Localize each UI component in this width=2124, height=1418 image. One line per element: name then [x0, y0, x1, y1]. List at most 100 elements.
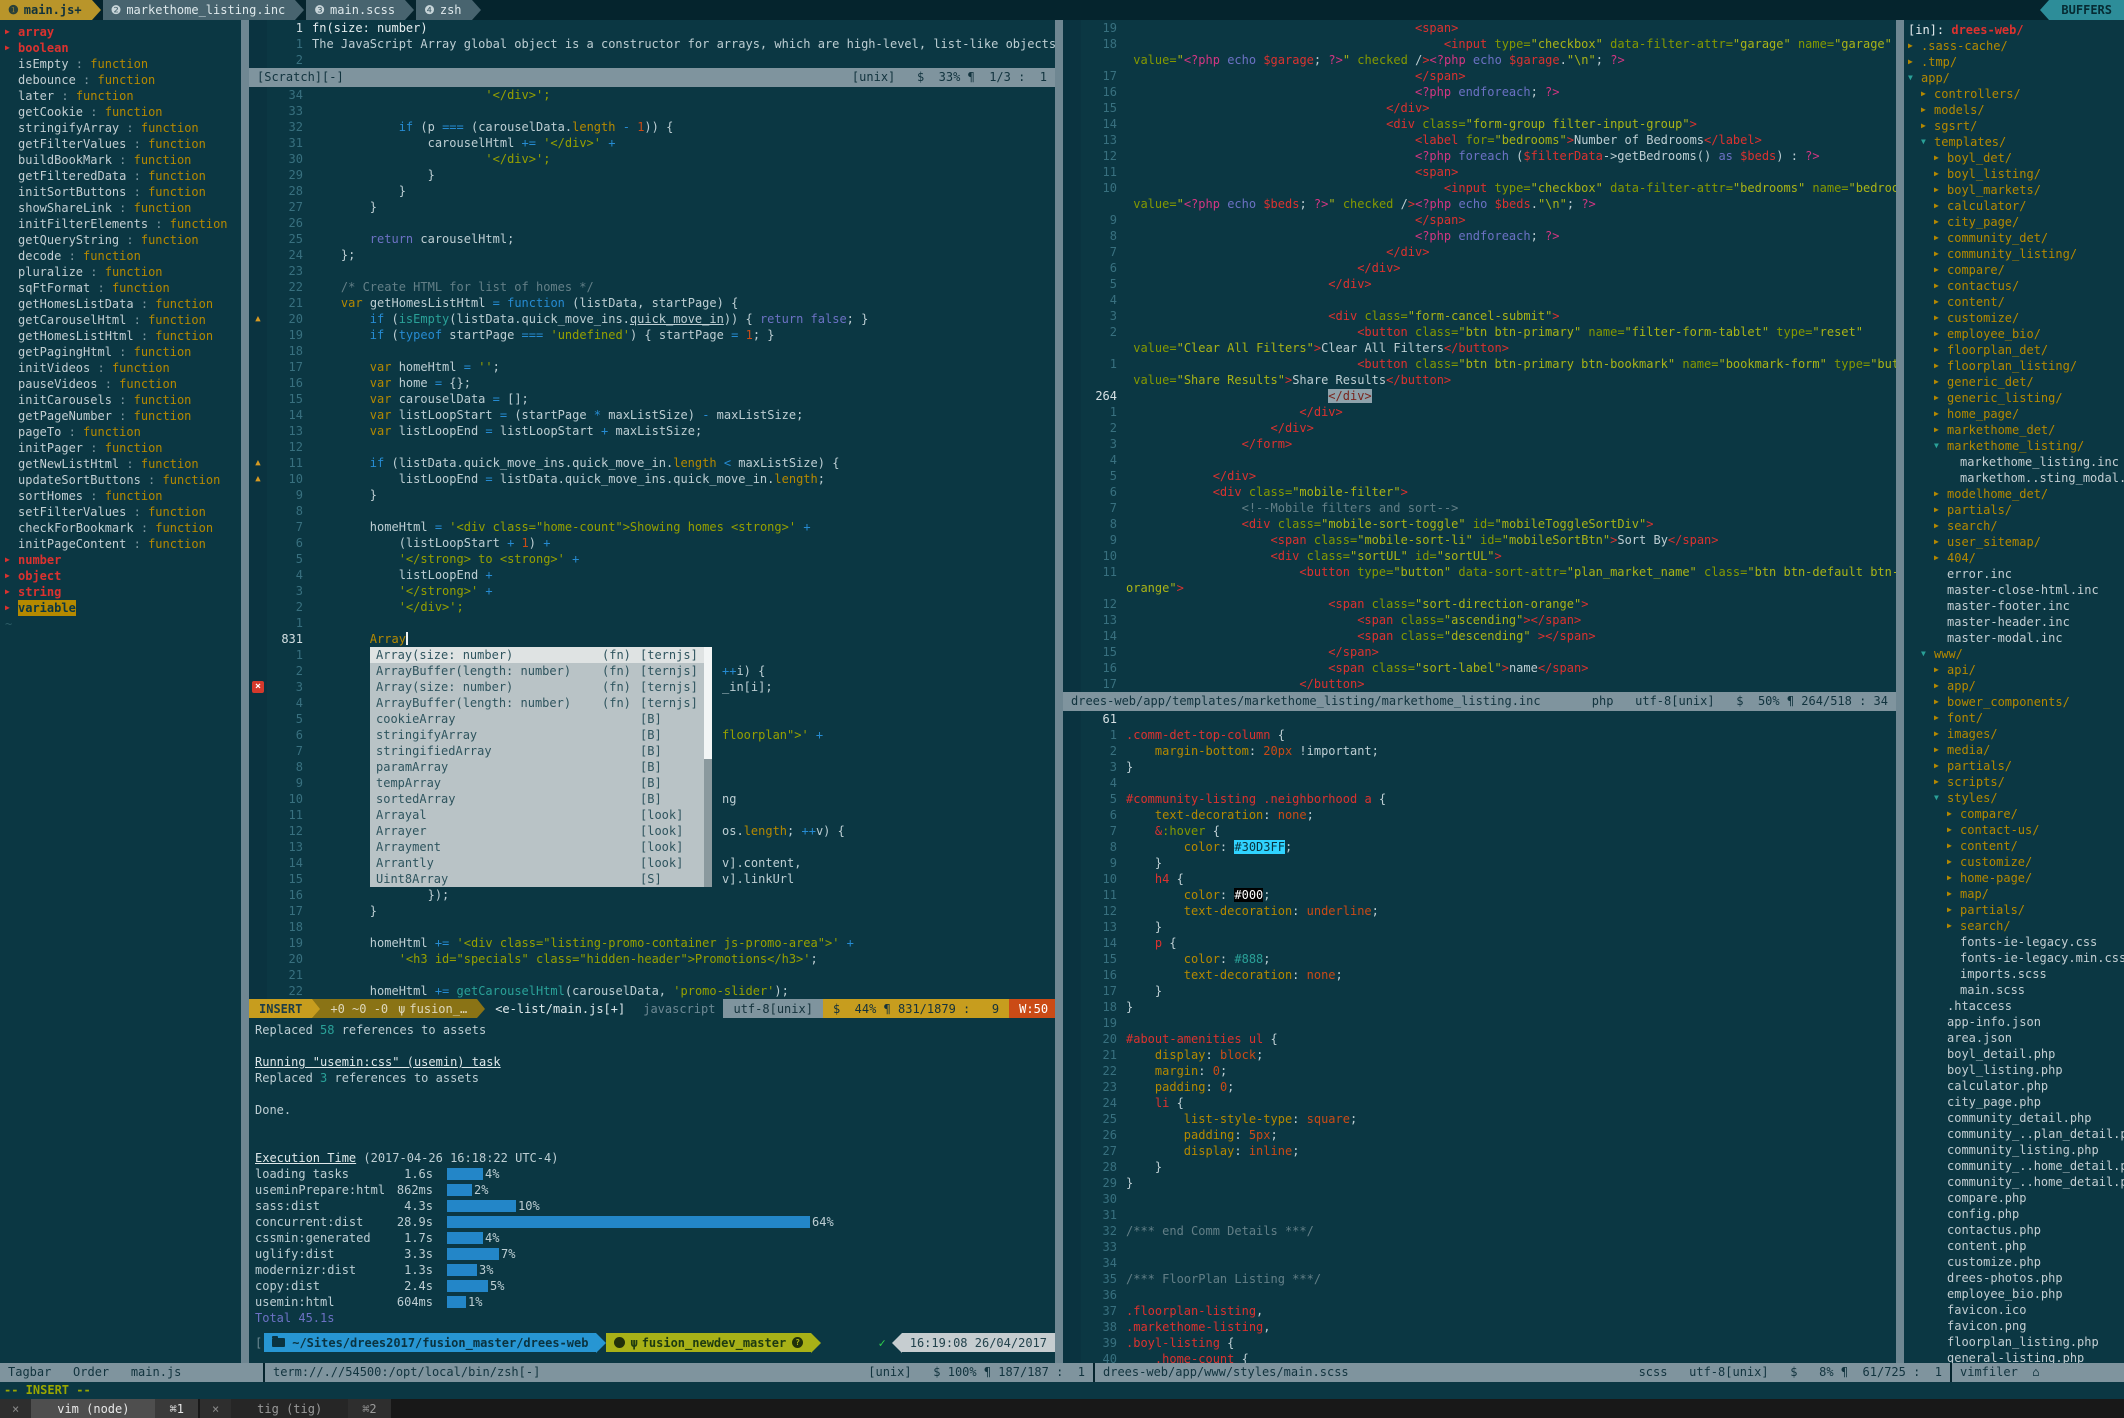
- code-line[interactable]: 22 /* Create HTML for list of homes */: [249, 279, 1055, 295]
- tagbar-item-getCookie[interactable]: getCookie : function: [0, 104, 241, 120]
- dir-item-customize/[interactable]: ▶ customize/: [1904, 310, 2124, 326]
- dir-item-contact-us/[interactable]: ▶ contact-us/: [1904, 822, 2124, 838]
- code-line[interactable]: 5 </div>: [1063, 276, 1896, 292]
- file-item-fonts-ie-legacy.min.css[interactable]: fonts-ie-legacy.min.css: [1904, 950, 2124, 966]
- chevron-collapsed-icon[interactable]: ▶: [1947, 918, 1960, 934]
- file-item-drees-photos.php[interactable]: drees-photos.php: [1904, 1270, 2124, 1286]
- code-line[interactable]: 12 <span class="sort-direction-orange">: [1063, 596, 1896, 612]
- window-separator[interactable]: [1055, 20, 1063, 1363]
- chevron-expanded-icon[interactable]: ▼: [1921, 646, 1934, 662]
- code-line[interactable]: 2: [249, 52, 1055, 68]
- tagbar-item-getCarouselHtml[interactable]: getCarouselHtml : function: [0, 312, 241, 328]
- file-item-calculator.php[interactable]: calculator.php: [1904, 1078, 2124, 1094]
- code-line[interactable]: 25 return carouselHtml;: [249, 231, 1055, 247]
- code-line[interactable]: 3 <div class="form-cancel-submit">: [1063, 308, 1896, 324]
- tab-main.js+[interactable]: ❶ main.js+: [0, 0, 92, 20]
- chevron-collapsed-icon[interactable]: ▶: [1934, 390, 1947, 406]
- popup-scrollbar[interactable]: [704, 711, 712, 727]
- tagbar-item-array[interactable]: ▶ array: [0, 24, 241, 40]
- file-item-community_..home_detail.php[interactable]: community_..home_detail.php: [1904, 1174, 2124, 1190]
- autocomplete-item[interactable]: ArrayBuffer(length: number) (fn) [ternjs]: [370, 695, 704, 711]
- code-line[interactable]: 12 text-decoration: underline;: [1063, 903, 1896, 919]
- popup-scrollbar[interactable]: [704, 695, 712, 711]
- code-line[interactable]: 15 Uint8Array [S] v].linkUrl: [249, 871, 1055, 887]
- code-line[interactable]: 9 }: [1063, 855, 1896, 871]
- code-line[interactable]: 1 Array(size: number) (fn) [ternjs]: [249, 647, 1055, 663]
- tagbar-item-getFilterValues[interactable]: getFilterValues : function: [0, 136, 241, 152]
- code-line[interactable]: 3 '</strong>' +: [249, 583, 1055, 599]
- file-item-imports.scss[interactable]: imports.scss: [1904, 966, 2124, 982]
- code-line[interactable]: 61: [1063, 711, 1896, 727]
- code-line[interactable]: 10 sortedArray [B] ng: [249, 791, 1055, 807]
- code-line[interactable]: 8 <div class="mobile-sort-toggle" id="mo…: [1063, 516, 1896, 532]
- file-item-customize.php[interactable]: customize.php: [1904, 1254, 2124, 1270]
- code-line[interactable]: 1 <button class="btn btn-primary btn-boo…: [1063, 356, 1896, 372]
- file-item-favicon.png[interactable]: favicon.png: [1904, 1318, 2124, 1334]
- dir-item-content/[interactable]: ▶ content/: [1904, 838, 2124, 854]
- code-line[interactable]: 33: [1063, 1239, 1896, 1255]
- dir-item-modelhome_det/[interactable]: ▶ modelhome_det/: [1904, 486, 2124, 502]
- tagbar-item-isEmpty[interactable]: isEmpty : function: [0, 56, 241, 72]
- file-item-contactus.php[interactable]: contactus.php: [1904, 1222, 2124, 1238]
- code-line[interactable]: 28 }: [249, 183, 1055, 199]
- dir-item-bower_components/[interactable]: ▶ bower_components/: [1904, 694, 2124, 710]
- code-line[interactable]: 1 The JavaScript Array global object is a…: [249, 36, 1055, 52]
- tagbar-item-initPager[interactable]: initPager : function: [0, 440, 241, 456]
- code-line[interactable]: 18}: [1063, 999, 1896, 1015]
- code-line[interactable]: 17 var homeHtml = '';: [249, 359, 1055, 375]
- tagbar-item-initSortButtons[interactable]: initSortButtons : function: [0, 184, 241, 200]
- tagbar-item-number[interactable]: ▶ number: [0, 552, 241, 568]
- popup-scrollbar[interactable]: [704, 759, 712, 775]
- code-line[interactable]: 8 paramArray [B]: [249, 759, 1055, 775]
- autocomplete-item[interactable]: tempArray [B]: [370, 775, 704, 791]
- code-line[interactable]: 17 </span>: [1063, 68, 1896, 84]
- autocomplete-item[interactable]: Uint8Array [S]: [370, 871, 704, 887]
- chevron-collapsed-icon[interactable]: ▶: [1934, 662, 1947, 678]
- dir-item-contactus/[interactable]: ▶ contactus/: [1904, 278, 2124, 294]
- tagbar-item-sqFtFormat[interactable]: sqFtFormat : function: [0, 280, 241, 296]
- code-line[interactable]: 19 if (typeof startPage === 'undefined')…: [249, 327, 1055, 343]
- code-line[interactable]: 25 list-style-type: square;: [1063, 1111, 1896, 1127]
- code-line[interactable]: 16 <?php endforeach; ?>: [1063, 84, 1896, 100]
- file-item-.htaccess[interactable]: .htaccess: [1904, 998, 2124, 1014]
- file-item-community_..home_detail.php[interactable]: community_..home_detail.php: [1904, 1158, 2124, 1174]
- file-item-general-listing.php[interactable]: general-listing.php: [1904, 1350, 2124, 1363]
- file-item-fonts-ie-legacy.css[interactable]: fonts-ie-legacy.css: [1904, 934, 2124, 950]
- code-line[interactable]: 10 <input type="checkbox" data-filter-at…: [1063, 180, 1896, 196]
- tagbar-item-initCarousels[interactable]: initCarousels : function: [0, 392, 241, 408]
- tagbar-item-getQueryString[interactable]: getQueryString : function: [0, 232, 241, 248]
- code-line[interactable]: 16 });: [249, 887, 1055, 903]
- code-line[interactable]: 2 ArrayBuffer(length: number) (fn) [ternjs]…: [249, 663, 1055, 679]
- chevron-collapsed-icon[interactable]: ▶: [1934, 486, 1947, 502]
- dir-item-partials/[interactable]: ▶ partials/: [1904, 758, 2124, 774]
- code-line[interactable]: value="<?php echo $garage; ?>" checked /…: [1063, 52, 1896, 68]
- file-item-master-header.inc[interactable]: master-header.inc: [1904, 614, 2124, 630]
- code-line[interactable]: 6 (listLoopStart + 1) +: [249, 535, 1055, 551]
- file-item-markethome_listing.inc[interactable]: markethome_listing.inc: [1904, 454, 2124, 470]
- file-item-markethom..sting_modal.inc[interactable]: markethom..sting_modal.inc: [1904, 470, 2124, 486]
- code-line[interactable]: 5 #community-listing .neighborhood a {: [1063, 791, 1896, 807]
- code-line[interactable]: 30 '</div>';: [249, 151, 1055, 167]
- code-line[interactable]: 23: [249, 263, 1055, 279]
- code-line[interactable]: 5 </div>: [1063, 468, 1896, 484]
- tagbar-item-pauseVideos[interactable]: pauseVideos : function: [0, 376, 241, 392]
- code-line[interactable]: 13 <span class="ascending"></span>: [1063, 612, 1896, 628]
- file-item-community_listing.php[interactable]: community_listing.php: [1904, 1142, 2124, 1158]
- file-item-master-footer.inc[interactable]: master-footer.inc: [1904, 598, 2124, 614]
- chevron-collapsed-icon[interactable]: ▶: [1934, 502, 1947, 518]
- code-line[interactable]: 19: [1063, 1015, 1896, 1031]
- dir-item-generic_det/[interactable]: ▶ generic_det/: [1904, 374, 2124, 390]
- tagbar-item-string[interactable]: ▶ string: [0, 584, 241, 600]
- code-line[interactable]: 13 var listLoopEnd = listLoopStart + max…: [249, 423, 1055, 439]
- file-item-city_page.php[interactable]: city_page.php: [1904, 1094, 2124, 1110]
- chevron-collapsed-icon[interactable]: ▶: [1934, 534, 1947, 550]
- dir-item-community_listing/[interactable]: ▶ community_listing/: [1904, 246, 2124, 262]
- code-line[interactable]: 22 margin: 0;: [1063, 1063, 1896, 1079]
- code-line[interactable]: 30: [1063, 1191, 1896, 1207]
- code-line[interactable]: ▲ 11 if (listData.quick_move_ins.quick_mo…: [249, 455, 1055, 471]
- tmux-window-vim (node)[interactable]: × vim (node) ⌘1: [0, 1399, 198, 1418]
- dir-item-compare/[interactable]: ▶ compare/: [1904, 262, 2124, 278]
- dir-item-customize/[interactable]: ▶ customize/: [1904, 854, 2124, 870]
- tagbar-item-getPageNumber[interactable]: getPageNumber : function: [0, 408, 241, 424]
- tagbar-item-getFilteredData[interactable]: getFilteredData : function: [0, 168, 241, 184]
